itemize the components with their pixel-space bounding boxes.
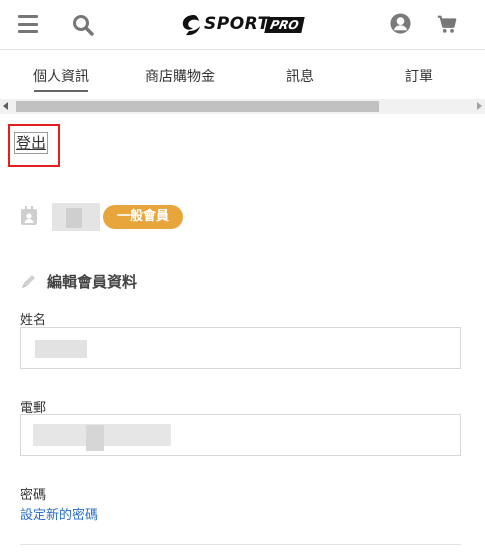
scroll-right-arrow-icon[interactable] bbox=[477, 102, 482, 110]
account-tabs: 個人資訊 商店購物金 訊息 訂單 bbox=[0, 50, 485, 98]
redacted-phone-detail bbox=[86, 425, 104, 451]
logo-sport-text: SPORT bbox=[204, 14, 270, 34]
edit-profile-title: 編輯會員資料 bbox=[47, 273, 138, 291]
scroll-left-arrow-icon[interactable] bbox=[3, 102, 8, 110]
name-field[interactable] bbox=[20, 327, 461, 369]
top-header: SPORT PRO bbox=[0, 0, 485, 50]
tab-orders[interactable]: 訂單 bbox=[405, 66, 433, 86]
logout-link[interactable]: 登出 bbox=[14, 132, 49, 154]
pencil-edit-icon bbox=[22, 275, 35, 288]
tab-messages[interactable]: 訊息 bbox=[286, 66, 314, 86]
phone-field[interactable] bbox=[20, 414, 461, 456]
password-label: 密碼 bbox=[20, 488, 47, 503]
brand-logo[interactable]: SPORT PRO bbox=[180, 12, 305, 38]
member-card-icon bbox=[21, 206, 37, 225]
search-icon[interactable] bbox=[71, 13, 95, 37]
tab-store-credit[interactable]: 商店購物金 bbox=[145, 66, 215, 86]
set-new-password-link[interactable]: 設定新的密碼 bbox=[20, 504, 98, 523]
redacted-username-detail bbox=[66, 208, 82, 228]
section-divider bbox=[20, 544, 461, 545]
name-label: 姓名 bbox=[20, 313, 47, 328]
shopping-cart-icon[interactable] bbox=[436, 13, 458, 35]
redacted-name bbox=[35, 340, 87, 358]
tab-personal-info[interactable]: 個人資訊 bbox=[33, 66, 89, 92]
member-level-badge: 一般會員 bbox=[103, 205, 183, 229]
logo-pro-text: PRO bbox=[264, 17, 305, 33]
tabs-horizontal-scrollbar[interactable] bbox=[0, 99, 485, 114]
hamburger-menu-icon[interactable] bbox=[18, 15, 38, 33]
user-account-icon[interactable] bbox=[389, 12, 412, 35]
logo-swoosh-icon bbox=[182, 15, 200, 36]
scrollbar-thumb[interactable] bbox=[16, 101, 379, 112]
